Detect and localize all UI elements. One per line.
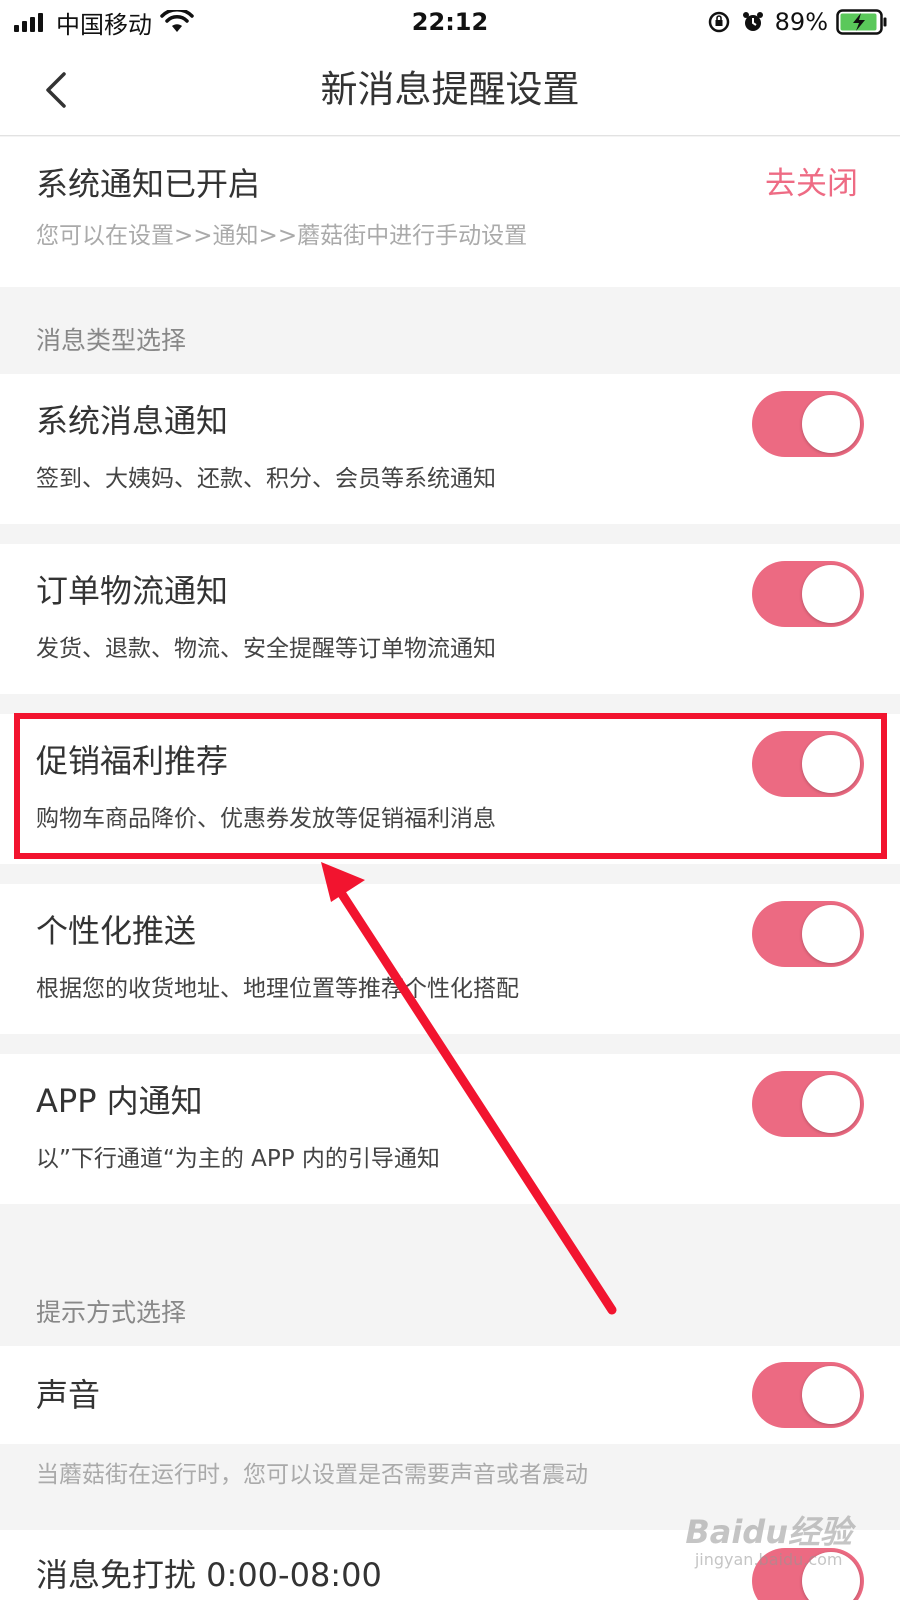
setting-title: 系统消息通知	[36, 402, 229, 440]
system-notice-subtitle: 您可以在设置>>通知>>蘑菇街中进行手动设置	[36, 223, 528, 249]
toggle-knob	[802, 395, 860, 453]
sound-toggle[interactable]	[752, 1362, 864, 1428]
system-notice-title: 系统通知已开启	[36, 165, 261, 203]
toggle-knob	[802, 1075, 860, 1133]
setting-row-system-message: 系统消息通知 签到、大姨妈、还款、积分、会员等系统通知	[0, 374, 900, 524]
nav-bar: 新消息提醒设置	[0, 44, 900, 136]
system-message-toggle[interactable]	[752, 391, 864, 457]
battery-charging-icon	[836, 9, 887, 35]
battery-percent: 89%	[774, 8, 828, 36]
status-bar: 中国移动 22:12 89%	[0, 0, 900, 44]
toggle-knob	[802, 1366, 860, 1424]
system-notice-section: 系统通知已开启 去关闭 您可以在设置>>通知>>蘑菇街中进行手动设置	[0, 137, 900, 287]
setting-row-order-logistics: 订单物流通知 发货、退款、物流、安全提醒等订单物流通知	[0, 544, 900, 694]
personalized-toggle[interactable]	[752, 901, 864, 967]
status-right: 89%	[707, 6, 888, 38]
setting-subtitle: 签到、大姨妈、还款、积分、会员等系统通知	[36, 466, 496, 492]
setting-subtitle: 以”下行通道“为主的 APP 内的引导通知	[36, 1146, 440, 1172]
setting-title: 订单物流通知	[36, 572, 229, 610]
setting-title: 声音	[36, 1376, 101, 1414]
orientation-lock-icon	[708, 11, 729, 33]
sound-hint: 当蘑菇街在运行时，您可以设置是否需要声音或者震动	[36, 1462, 588, 1488]
highlight-box	[14, 713, 887, 859]
order-logistics-toggle[interactable]	[752, 561, 864, 627]
setting-title: 个性化推送	[36, 912, 197, 950]
setting-row-in-app: APP 内通知 以”下行通道“为主的 APP 内的引导通知	[0, 1054, 900, 1204]
watermark-url: jingyan.baidu.com	[694, 1550, 843, 1569]
in-app-toggle[interactable]	[752, 1071, 864, 1137]
message-type-label: 消息类型选择	[36, 326, 187, 355]
turn-off-link[interactable]: 去关闭	[765, 161, 858, 207]
alarm-icon	[742, 12, 763, 31]
page-title: 新消息提醒设置	[320, 68, 580, 111]
toggle-knob	[802, 565, 860, 623]
watermark: Baidu经验 jingyan.baidu.com	[685, 1514, 852, 1570]
setting-row-sound: 声音	[0, 1346, 900, 1444]
setting-title: 消息免打扰 0:00-08:00	[36, 1556, 382, 1594]
watermark-logo: Baidu经验	[685, 1513, 852, 1551]
setting-subtitle: 发货、退款、物流、安全提醒等订单物流通知	[36, 636, 496, 662]
setting-title: APP 内通知	[36, 1082, 203, 1120]
reminder-mode-label: 提示方式选择	[36, 1298, 187, 1327]
setting-subtitle: 根据您的收货地址、地理位置等推荐个性化搭配	[36, 976, 519, 1002]
toggle-knob	[802, 905, 860, 963]
setting-row-personalized: 个性化推送 根据您的收货地址、地理位置等推荐个性化搭配	[0, 884, 900, 1034]
